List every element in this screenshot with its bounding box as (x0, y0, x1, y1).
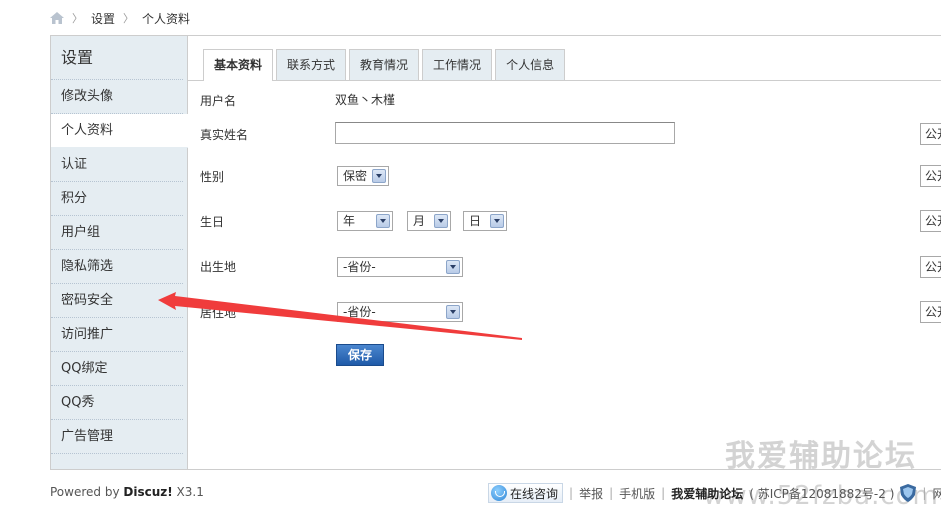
sidebar-item-avatar[interactable]: 修改头像 (51, 80, 183, 114)
birth-day-select[interactable]: 日 (463, 211, 507, 231)
chevron-down-icon (490, 214, 504, 228)
watermark-title: 我爱辅助论坛 (725, 439, 917, 474)
sidebar: 设置 修改头像 个人资料 认证 积分 用户组 隐私筛选 密码安全 访问推广 QQ… (51, 36, 188, 469)
gender-select-value: 保密 (343, 169, 368, 183)
footer-separator: | (569, 486, 574, 500)
online-consult-label: 在线咨询 (510, 486, 559, 501)
realname-input[interactable] (335, 122, 675, 144)
tab-basic-info[interactable]: 基本资料 (203, 49, 274, 81)
chevron-down-icon (446, 305, 460, 319)
birthplace-province-value: -省份- (343, 260, 376, 274)
birth-month-select[interactable]: 月 (407, 211, 451, 231)
gender-privacy-select[interactable]: 公开 (920, 165, 941, 187)
tab-contact[interactable]: 联系方式 (276, 49, 347, 80)
chevron-right-icon: 〉 (123, 12, 135, 25)
sidebar-item-verify[interactable]: 认证 (51, 148, 183, 182)
footer-separator: | (661, 486, 666, 500)
birthday-label: 生日 (200, 215, 225, 229)
footer-separator: | (609, 486, 614, 500)
site-name-link[interactable]: 我爱辅助论坛 (671, 485, 743, 502)
realname-privacy-select[interactable]: 公开 (920, 123, 941, 145)
home-icon[interactable] (50, 12, 64, 24)
sidebar-item-credits[interactable]: 积分 (51, 182, 183, 216)
realname-label: 真实姓名 (200, 128, 249, 142)
main-frame: 设置 修改头像 个人资料 认证 积分 用户组 隐私筛选 密码安全 访问推广 QQ… (50, 35, 941, 508)
chat-icon (491, 485, 507, 501)
shield-icon[interactable] (900, 484, 917, 502)
username-value: 双鱼丶木槿 (335, 93, 396, 107)
profile-tabs: 基本资料 联系方式 教育情况 工作情况 个人信息 (203, 49, 566, 81)
residence-label: 居住地 (200, 306, 237, 320)
sidebar-item-qq-bind[interactable]: QQ绑定 (51, 352, 183, 386)
breadcrumb-current: 个人资料 (142, 11, 191, 26)
birth-month-value: 月 (413, 214, 426, 228)
sidebar-item-promotion[interactable]: 访问推广 (51, 318, 183, 352)
footer-separator: | (922, 486, 927, 500)
gender-select[interactable]: 保密 (337, 166, 389, 186)
username-label: 用户名 (200, 94, 237, 108)
sidebar-item-usergroup[interactable]: 用户组 (51, 216, 183, 250)
sidebar-item-ads[interactable]: 广告管理 (51, 420, 183, 454)
tab-education[interactable]: 教育情况 (349, 49, 420, 80)
report-link[interactable]: 举报 (579, 485, 603, 502)
sidebar-item-privacy[interactable]: 隐私筛选 (51, 250, 183, 284)
save-button[interactable]: 保存 (336, 344, 384, 366)
powered-by: Powered by Discuz! X3.1 (50, 485, 204, 499)
tab-personal-info[interactable]: 个人信息 (495, 49, 566, 80)
online-consult-button[interactable]: 在线咨询 (488, 483, 564, 503)
footer-links: 在线咨询 | 举报 | 手机版 | 我爱辅助论坛 ( 苏ICP备12081882… (488, 483, 941, 503)
birth-year-value: 年 (343, 214, 356, 228)
birth-year-select[interactable]: 年 (337, 211, 393, 231)
birthplace-label: 出生地 (200, 260, 237, 274)
birthplace-privacy-select[interactable]: 公开 (920, 256, 941, 278)
gender-label: 性别 (200, 170, 225, 184)
residence-privacy-select[interactable]: 公开 (920, 301, 941, 323)
breadcrumb-settings-link[interactable]: 设置 (91, 10, 115, 27)
chevron-down-icon (446, 260, 460, 274)
birthday-privacy-select[interactable]: 公开 (920, 210, 941, 232)
breadcrumb: 〉 设置 〉 个人资料 (50, 0, 190, 36)
footer: Powered by Discuz! X3.1 在线咨询 | 举报 | 手机版 … (50, 483, 941, 503)
chevron-right-icon: 〉 (72, 12, 83, 25)
birthplace-province-select[interactable]: -省份- (337, 257, 463, 277)
residence-province-select[interactable]: -省份- (337, 302, 463, 322)
sidebar-title: 设置 (51, 36, 183, 80)
mobile-link[interactable]: 手机版 (619, 485, 655, 502)
footer-trailing-link[interactable]: 网 (932, 485, 941, 502)
icp-link[interactable]: ( 苏ICP备12081882号-2 ) (749, 485, 894, 502)
sidebar-item-qq-show[interactable]: QQ秀 (51, 386, 183, 420)
birth-day-value: 日 (469, 214, 482, 228)
tabs-divider (188, 80, 941, 81)
residence-province-value: -省份- (343, 305, 376, 319)
sidebar-item-password-security[interactable]: 密码安全 (51, 284, 183, 318)
chevron-down-icon (376, 214, 390, 228)
sidebar-item-profile[interactable]: 个人资料 (51, 114, 188, 148)
powered-brand-link[interactable]: Discuz! (123, 485, 172, 499)
chevron-down-icon (434, 214, 448, 228)
powered-prefix: Powered by (50, 485, 124, 499)
chevron-down-icon (372, 169, 386, 183)
powered-version: X3.1 (172, 485, 204, 499)
tab-work[interactable]: 工作情况 (422, 49, 493, 80)
